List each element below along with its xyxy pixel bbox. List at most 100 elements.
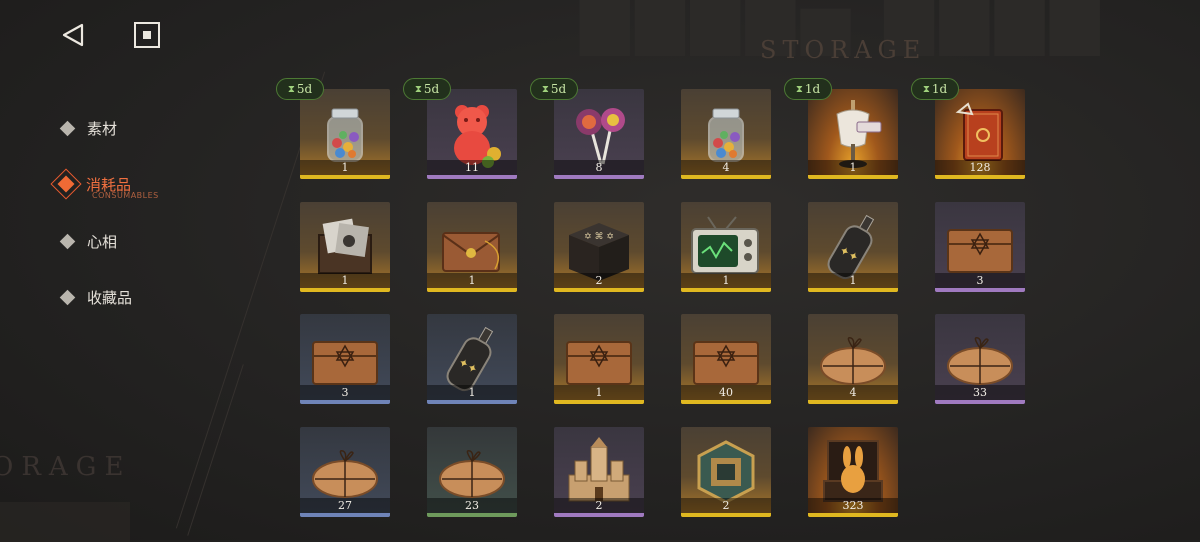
inventory-slot[interactable]: 1 — [554, 314, 644, 404]
inventory-slot[interactable]: 1 — [300, 89, 390, 179]
rarity-bar — [681, 175, 771, 179]
rarity-bar — [554, 513, 644, 517]
item-count: 1 — [468, 386, 476, 399]
svg-text:✡ ⌘ ✡: ✡ ⌘ ✡ — [584, 232, 614, 242]
inventory-slot[interactable]: 33 — [935, 314, 1025, 404]
rarity-bar — [554, 400, 644, 404]
expiry-timer: ⧗ 5d — [403, 78, 451, 100]
rarity-bar — [427, 513, 517, 517]
triangle-back-icon — [62, 23, 84, 47]
inventory-slot[interactable]: 3 — [935, 202, 1025, 292]
menu-item-label: 素材 — [87, 119, 118, 138]
item-count: 1 — [341, 274, 349, 287]
rarity-bar — [300, 400, 390, 404]
rarity-bar — [554, 288, 644, 292]
inventory-slot[interactable]: 1 — [681, 202, 771, 292]
inventory-slot[interactable]: ✦✦ 1 — [427, 314, 517, 404]
inventory-slot[interactable]: 40 — [681, 314, 771, 404]
item-count: 40 — [719, 386, 733, 399]
item-count: 8 — [595, 161, 603, 174]
hourglass-icon: ⧗ — [287, 83, 295, 95]
menu-item-collectibles[interactable]: 收藏品 — [58, 279, 208, 315]
inventory-slot[interactable]: ✦✦ 1 — [808, 202, 898, 292]
rarity-bar — [808, 288, 898, 292]
menu-item-materials[interactable]: 素材 — [58, 110, 208, 146]
inventory-slot[interactable]: 4 — [681, 89, 771, 179]
diamond-icon — [59, 233, 76, 249]
expiry-timer: ⧗ 1d — [911, 78, 959, 100]
home-button[interactable] — [130, 18, 164, 52]
inventory-slot[interactable]: 3 — [300, 314, 390, 404]
inventory-slot[interactable]: 1 — [427, 202, 517, 292]
hourglass-icon: ⧗ — [922, 83, 930, 95]
rarity-bar — [427, 400, 517, 404]
inventory-slot[interactable]: 23 — [427, 427, 517, 517]
rarity-bar — [427, 175, 517, 179]
menu-item-label: 收藏品 — [87, 288, 133, 307]
hourglass-icon: ⧗ — [414, 83, 422, 95]
hourglass-icon: ⧗ — [795, 83, 803, 95]
item-count: 1 — [595, 386, 603, 399]
menu-item-consumables[interactable]: 消耗品 CONSUMABLES — [50, 166, 208, 202]
expiry-timer: ⧗ 5d — [530, 78, 578, 100]
rarity-bar — [681, 288, 771, 292]
hourglass-icon: ⧗ — [541, 83, 549, 95]
diamond-icon — [59, 289, 76, 305]
rarity-bar — [554, 175, 644, 179]
inventory-slot[interactable]: 2 — [681, 427, 771, 517]
item-count: 1 — [341, 161, 349, 174]
inventory-slot[interactable]: 11 — [427, 89, 517, 179]
menu-item-sublabel: CONSUMABLES — [92, 191, 159, 200]
selected-diamond-icon — [50, 168, 82, 200]
inventory-slot[interactable]: 8 — [554, 89, 644, 179]
expiry-timer: ⧗ 1d — [784, 78, 832, 100]
background-storage-label: STORAGE — [760, 36, 927, 64]
rarity-bar — [935, 288, 1025, 292]
item-count: 11 — [465, 161, 479, 174]
background-block — [0, 502, 130, 542]
rarity-bar — [681, 513, 771, 517]
item-count: 323 — [842, 499, 864, 512]
inventory-slot[interactable]: 27 — [300, 427, 390, 517]
item-count: 2 — [722, 499, 730, 512]
rarity-bar — [935, 175, 1025, 179]
inventory-slot[interactable]: 2 — [554, 427, 644, 517]
item-count: 2 — [595, 499, 603, 512]
expiry-timer: ⧗ 5d — [276, 78, 324, 100]
back-button[interactable] — [56, 18, 90, 52]
rarity-bar — [681, 400, 771, 404]
item-count: 4 — [722, 161, 730, 174]
background-line — [187, 364, 244, 536]
rarity-bar — [427, 288, 517, 292]
inventory-slot[interactable]: 323 — [808, 427, 898, 517]
background-storage-label-left: ORAGE — [0, 452, 132, 482]
inventory-slot[interactable]: ✡ ⌘ ✡ 2 — [554, 202, 644, 292]
item-count: 1 — [849, 274, 857, 287]
rarity-bar — [808, 400, 898, 404]
inventory-slot[interactable]: 1 — [808, 89, 898, 179]
rarity-bar — [935, 400, 1025, 404]
item-count: 23 — [465, 499, 479, 512]
item-count: 3 — [976, 274, 984, 287]
diamond-icon — [59, 120, 76, 136]
rarity-bar — [808, 175, 898, 179]
inventory-slot[interactable]: 1 — [300, 202, 390, 292]
item-count: 4 — [849, 386, 857, 399]
square-home-icon — [134, 22, 160, 48]
item-count: 33 — [973, 386, 987, 399]
rarity-bar — [300, 288, 390, 292]
menu-item-label: 心相 — [87, 232, 118, 251]
inventory-slot[interactable]: 4 — [808, 314, 898, 404]
item-count: 2 — [595, 274, 603, 287]
item-count: 128 — [969, 161, 991, 174]
menu-item-mindscape[interactable]: 心相 — [58, 223, 208, 259]
inventory-slot[interactable]: 128 — [935, 89, 1025, 179]
item-count: 27 — [338, 499, 352, 512]
rarity-bar — [300, 513, 390, 517]
item-count: 3 — [341, 386, 349, 399]
item-count: 1 — [468, 274, 476, 287]
rarity-bar — [300, 175, 390, 179]
item-count: 1 — [849, 161, 857, 174]
rarity-bar — [808, 513, 898, 517]
item-count: 1 — [722, 274, 730, 287]
